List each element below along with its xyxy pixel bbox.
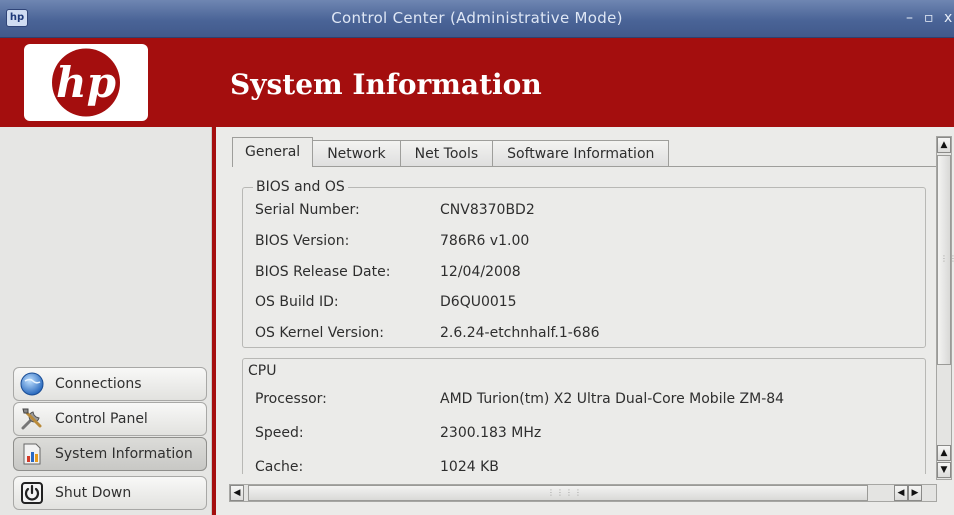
info-label: Cache:	[255, 459, 304, 474]
tab-bar: General Network Net Tools Software Infor…	[232, 137, 670, 167]
power-icon	[21, 482, 43, 504]
bios-os-group: BIOS and OS Serial Number: CNV8370BD2 BI…	[242, 178, 926, 348]
svg-text:hp: hp	[56, 58, 116, 107]
minimize-button[interactable]: –	[906, 10, 913, 26]
sidebar-item-label: Control Panel	[55, 411, 148, 427]
group-title: CPU	[245, 362, 280, 380]
info-value: 12/04/2008	[440, 264, 521, 280]
sidebar-item-label: Shut Down	[55, 485, 132, 501]
cpu-group: CPU Processor: AMD Turion(tm) X2 Ultra D…	[242, 358, 926, 474]
grip-icon: ⋮⋮⋮⋮	[547, 488, 583, 497]
info-label: Serial Number:	[255, 202, 360, 218]
scroll-left-button[interactable]: ◀	[894, 485, 908, 501]
close-button[interactable]: x	[944, 10, 952, 26]
window-titlebar[interactable]: hp Control Center (Administrative Mode) …	[0, 0, 954, 38]
scroll-right-button[interactable]: ▶	[908, 485, 922, 501]
group-title: BIOS and OS	[253, 178, 348, 196]
window-title: Control Center (Administrative Mode)	[331, 9, 623, 27]
sidebar: Connections Control Panel System Informa…	[0, 127, 212, 515]
info-value: D6QU0015	[440, 294, 517, 310]
sidebar-item-connections[interactable]: Connections	[13, 367, 207, 401]
maximize-button[interactable]: ▫	[924, 10, 934, 26]
tab-panel-general: BIOS and OS Serial Number: CNV8370BD2 BI…	[232, 166, 936, 474]
vertical-scroll-thumb[interactable]: ⋮⋮	[937, 155, 954, 365]
vertical-scrollbar[interactable]: ▲ ⋮⋮ ▲ ▼	[936, 136, 954, 480]
tab-general[interactable]: General	[232, 137, 314, 167]
info-label: Processor:	[255, 391, 327, 407]
info-value: 2300.183 MHz	[440, 425, 542, 441]
grip-icon: ⋮⋮	[940, 254, 954, 263]
info-value: AMD Turion(tm) X2 Ultra Dual-Core Mobile…	[440, 391, 785, 407]
sidebar-item-label: System Information	[55, 446, 193, 462]
main-content: General Network Net Tools Software Infor…	[216, 127, 954, 515]
info-label: OS Build ID:	[255, 294, 339, 310]
info-label: Speed:	[255, 425, 304, 441]
tools-icon	[21, 408, 42, 430]
horizontal-scrollbar[interactable]: ◀ ⋮⋮⋮⋮ ◀ ▶	[229, 484, 937, 502]
scroll-up-button[interactable]: ▲	[937, 137, 951, 153]
sidebar-item-label: Connections	[55, 376, 142, 392]
horizontal-scroll-thumb[interactable]: ⋮⋮⋮⋮	[248, 485, 868, 501]
info-value: 2.6.24-etchnhalf.1-686	[440, 325, 600, 341]
chart-icon	[23, 443, 41, 465]
sidebar-item-system-information[interactable]: System Information	[13, 437, 207, 471]
tab-software-information[interactable]: Software Information	[492, 140, 670, 167]
info-value: 1024 KB	[440, 459, 499, 474]
tab-net-tools[interactable]: Net Tools	[399, 140, 494, 167]
info-value: CNV8370BD2	[440, 202, 535, 218]
tab-network[interactable]: Network	[312, 140, 401, 167]
sidebar-item-shut-down[interactable]: Shut Down	[13, 476, 207, 510]
page-header: hp System Information	[0, 38, 954, 127]
globe-icon	[20, 372, 44, 396]
page-title: System Information	[230, 68, 542, 101]
info-label: BIOS Version:	[255, 233, 350, 249]
info-label: BIOS Release Date:	[255, 264, 391, 280]
hp-logo: hp	[24, 44, 148, 121]
info-value: 786R6 v1.00	[440, 233, 530, 249]
scroll-down-button[interactable]: ▼	[937, 462, 951, 478]
scroll-up-button[interactable]: ▲	[937, 445, 951, 461]
info-label: OS Kernel Version:	[255, 325, 384, 341]
scroll-left-button[interactable]: ◀	[230, 485, 244, 501]
sidebar-item-control-panel[interactable]: Control Panel	[13, 402, 207, 436]
